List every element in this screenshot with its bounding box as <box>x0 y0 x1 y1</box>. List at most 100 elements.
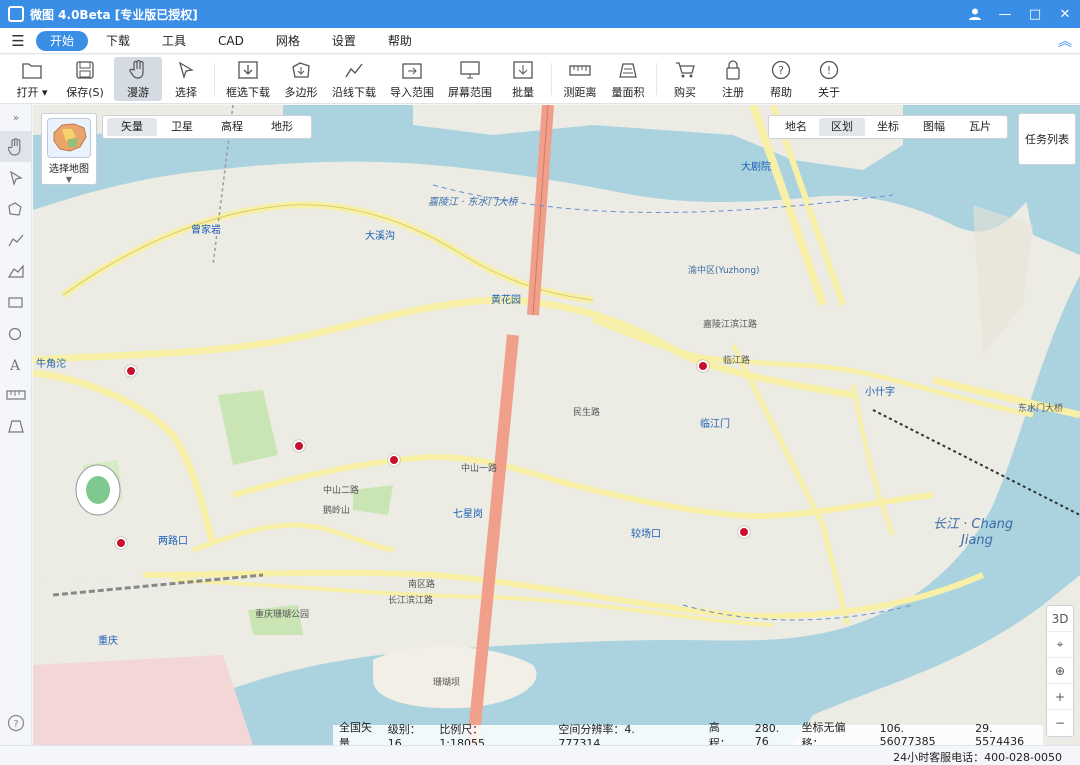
save-icon <box>74 59 96 81</box>
register-button[interactable]: 注册 <box>709 55 757 103</box>
place-label-yuzhong: 渝中区(Yuzhong) <box>688 266 760 276</box>
place-label-dajuyuan: 大剧院 <box>741 162 771 173</box>
menu-help[interactable]: 帮助 <box>374 31 426 51</box>
open-button[interactable]: 打开 ▾ <box>8 55 56 103</box>
help-icon[interactable]: ? <box>0 714 32 735</box>
locate-icon[interactable]: ⌖ <box>1047 632 1073 658</box>
hospital-marker[interactable] <box>388 454 400 466</box>
add-text-icon[interactable]: A <box>0 348 32 379</box>
title-bar: 微图 4.0Beta [专业版已授权] — □ ✕ <box>0 0 1080 28</box>
road-label-nanqu: 南区路 <box>408 580 436 590</box>
close-button[interactable]: ✕ <box>1050 0 1080 28</box>
place-label-eling: 鹅岭山 <box>323 506 351 516</box>
hospital-marker[interactable] <box>697 360 709 372</box>
place-label-xiaoshizi: 小什字 <box>865 387 895 398</box>
3d-button[interactable]: 3D <box>1047 606 1073 632</box>
base-layer-tabs: 矢量 卫星 高程 地形 <box>102 115 312 139</box>
menu-cad[interactable]: CAD <box>204 31 258 51</box>
user-icon[interactable] <box>960 0 990 28</box>
tab-coordinates[interactable]: 坐标 <box>865 118 911 136</box>
tab-vector[interactable]: 矢量 <box>107 118 157 136</box>
menu-download[interactable]: 下载 <box>92 31 144 51</box>
hospital-marker[interactable] <box>115 537 127 549</box>
map-canvas[interactable]: 嘉陵江 · 东水门大桥 长江 · Chang Jiang 大溪沟 黄花园 临江门… <box>33 105 1080 745</box>
pan-button[interactable]: 漫游 <box>114 57 162 101</box>
map-picker[interactable]: 选择地图 ▼ <box>41 113 97 185</box>
info-icon: ! <box>818 59 840 81</box>
tab-place-names[interactable]: 地名 <box>773 118 819 136</box>
box-download-button[interactable]: 框选下载 <box>219 55 277 103</box>
polygon-button[interactable]: 多边形 <box>277 55 325 103</box>
screen-range-button[interactable]: 屏幕范围 <box>441 55 499 103</box>
import-range-button[interactable]: 导入范围 <box>383 55 441 103</box>
collapse-ribbon-icon[interactable]: ︽ <box>1050 31 1080 51</box>
select-button[interactable]: 选择 <box>162 55 210 103</box>
route-icon <box>343 59 365 81</box>
cursor-icon <box>175 59 197 81</box>
draw-polygon-icon[interactable] <box>0 193 32 224</box>
menu-settings[interactable]: 设置 <box>318 31 370 51</box>
buy-button[interactable]: 购买 <box>661 55 709 103</box>
separator <box>214 63 215 95</box>
menu-start[interactable]: 开始 <box>36 30 89 51</box>
pan-hand-icon[interactable] <box>0 131 32 162</box>
help-button[interactable]: ? 帮助 <box>757 55 805 103</box>
hamburger-menu-icon[interactable]: ☰ <box>0 32 36 50</box>
draw-circle-icon[interactable] <box>0 317 32 348</box>
zoom-in-button[interactable]: + <box>1047 684 1073 710</box>
menu-grid[interactable]: 网格 <box>262 31 314 51</box>
place-label-chongqing-park: 重庆珊瑚公园 <box>255 610 310 620</box>
separator <box>656 63 657 95</box>
about-button[interactable]: ! 关于 <box>805 55 853 103</box>
hospital-marker[interactable] <box>738 526 750 538</box>
tab-satellite[interactable]: 卫星 <box>157 118 207 136</box>
svg-text:!: ! <box>827 64 831 77</box>
tab-tiles[interactable]: 瓦片 <box>957 118 1003 136</box>
status-offset: 坐标无偏移： <box>801 721 846 745</box>
svg-text:?: ? <box>13 719 18 730</box>
road-label-zhongshan1: 中山一路 <box>461 464 498 474</box>
compass-icon[interactable]: ⊕ <box>1047 658 1073 684</box>
road-label-zhongshan2: 中山二路 <box>323 486 360 496</box>
cursor-icon[interactable] <box>0 162 32 193</box>
area-measure-icon[interactable] <box>0 410 32 441</box>
batch-button[interactable]: 批量 <box>499 55 547 103</box>
tab-terrain[interactable]: 地形 <box>257 118 307 136</box>
lock-icon <box>722 59 744 81</box>
route-download-button[interactable]: 沿线下载 <box>325 55 383 103</box>
draw-rect-icon[interactable] <box>0 286 32 317</box>
menu-tools[interactable]: 工具 <box>148 31 200 51</box>
hospital-marker[interactable] <box>293 440 305 452</box>
status-longitude: 106. 56077385 <box>879 722 936 745</box>
separator <box>551 63 552 95</box>
cart-icon <box>674 59 696 81</box>
overlay-tabs: 地名 区划 坐标 图幅 瓦片 <box>768 115 1008 139</box>
maximize-button[interactable]: □ <box>1020 0 1050 28</box>
task-list-button[interactable]: 任务列表 <box>1018 113 1076 165</box>
road-label-lingjiang: 临江路 <box>723 356 751 366</box>
svg-text:?: ? <box>778 64 784 77</box>
expand-icon[interactable]: » <box>0 105 32 131</box>
polygon-icon <box>290 59 312 81</box>
draw-line-icon[interactable] <box>0 224 32 255</box>
place-label-chongqing: 重庆 <box>98 636 118 647</box>
app-logo-icon <box>8 6 24 22</box>
status-latitude: 29. 5574436 <box>975 722 1025 745</box>
road-label-changjiangbin: 长江滨江路 <box>388 596 434 606</box>
tab-divisions[interactable]: 区划 <box>819 118 865 136</box>
status-scale: 比例尺：1:18055 <box>439 722 486 746</box>
place-label-lianglukou: 两路口 <box>158 536 188 547</box>
measure-area-button[interactable]: 量面积 <box>604 55 652 103</box>
zoom-out-button[interactable]: − <box>1047 710 1073 736</box>
tab-elevation[interactable]: 高程 <box>207 118 257 136</box>
hospital-marker[interactable] <box>125 365 137 377</box>
measure-distance-button[interactable]: 测距离 <box>556 55 604 103</box>
road-label-jialingbin: 嘉陵江滨江路 <box>703 320 758 330</box>
tab-map-sheet[interactable]: 图幅 <box>911 118 957 136</box>
window-title: 微图 4.0Beta [专业版已授权] <box>30 7 198 22</box>
draw-area-icon[interactable] <box>0 255 32 286</box>
ruler-icon[interactable] <box>0 379 32 410</box>
minimize-button[interactable]: — <box>990 0 1020 28</box>
save-button[interactable]: 保存(S) <box>56 55 114 103</box>
box-download-icon <box>237 59 259 81</box>
